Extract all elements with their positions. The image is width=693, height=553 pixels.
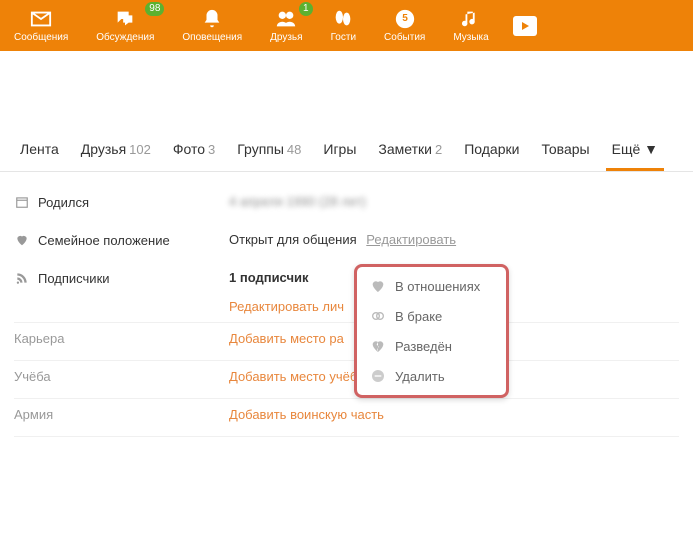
shoes-icon — [332, 8, 354, 30]
bell-icon — [201, 8, 223, 30]
status-label: Семейное положение — [38, 233, 170, 248]
row-study: Учёба Добавить место учёбы — [14, 361, 679, 399]
popup-divorced[interactable]: Разведён — [357, 331, 506, 361]
friends-icon — [275, 8, 297, 30]
edit-status-link[interactable]: Редактировать — [366, 232, 456, 247]
subs-value: 1 подписчик — [229, 270, 309, 285]
svg-text:5: 5 — [402, 13, 408, 24]
army-label: Армия — [14, 407, 53, 422]
tab-goods[interactable]: Товары — [535, 131, 595, 171]
tab-friends[interactable]: Друзья102 — [75, 131, 157, 171]
relationship-popup: В отношениях В браке Разведён Удалить — [354, 264, 509, 398]
nav-label: Друзья — [270, 32, 302, 43]
badge-count: 98 — [145, 2, 164, 16]
profile-tabs: Лента Друзья102 Фото3 Группы48 Игры Заме… — [0, 131, 693, 172]
play-button[interactable] — [513, 16, 537, 36]
popup-in-relationship[interactable]: В отношениях — [357, 271, 506, 301]
events-icon: 5 — [394, 8, 416, 30]
add-career-link[interactable]: Добавить место ра — [229, 331, 344, 346]
top-navigation: Сообщения 98 Обсуждения Оповещения 1 Дру… — [0, 0, 693, 51]
row-born: Родился 4 апреля 1990 (28 лет) — [14, 186, 679, 224]
rings-icon — [369, 307, 387, 325]
popup-label: В браке — [395, 309, 442, 324]
nav-discussions[interactable]: 98 Обсуждения — [82, 8, 168, 43]
nav-label: Гости — [331, 32, 356, 43]
calendar-icon — [14, 194, 30, 210]
tab-feed[interactable]: Лента — [14, 131, 65, 171]
study-label: Учёба — [14, 369, 51, 384]
row-career: Карьера Добавить место ра — [14, 323, 679, 361]
popup-delete[interactable]: Удалить — [357, 361, 506, 391]
popup-label: Удалить — [395, 369, 445, 384]
nav-music[interactable]: Музыка — [439, 8, 502, 43]
heart-icon — [369, 277, 387, 295]
nav-events[interactable]: 5 События — [370, 8, 439, 43]
popup-label: В отношениях — [395, 279, 480, 294]
play-icon — [519, 20, 531, 32]
nav-label: Сообщения — [14, 32, 68, 43]
born-value: 4 апреля 1990 (28 лет) — [229, 194, 366, 209]
tab-gifts[interactable]: Подарки — [458, 131, 525, 171]
tab-photos[interactable]: Фото3 — [167, 131, 221, 171]
row-subscribers: Подписчики 1 подписчик Редактировать лич… — [14, 262, 679, 323]
rss-icon — [14, 270, 30, 286]
minus-icon — [369, 367, 387, 385]
born-label: Родился — [38, 195, 89, 210]
status-value: Открыт для общения — [229, 232, 357, 247]
profile-info: Родился 4 апреля 1990 (28 лет) Семейное … — [0, 172, 693, 437]
row-status: Семейное положение Открыт для общения Ре… — [14, 224, 679, 262]
nav-guests[interactable]: Гости — [317, 8, 370, 43]
mail-icon — [30, 8, 52, 30]
row-army: Армия Добавить воинскую часть — [14, 399, 679, 437]
popup-married[interactable]: В браке — [357, 301, 506, 331]
heart-icon — [14, 232, 30, 248]
music-icon — [460, 8, 482, 30]
add-army-link[interactable]: Добавить воинскую часть — [229, 407, 384, 422]
nav-label: Обсуждения — [96, 32, 154, 43]
career-label: Карьера — [14, 331, 65, 346]
tab-more[interactable]: Ещё ▼ — [606, 131, 664, 171]
popup-label: Разведён — [395, 339, 452, 354]
tab-games[interactable]: Игры — [317, 131, 362, 171]
badge-count: 1 — [299, 2, 313, 16]
edit-personal-link[interactable]: Редактировать лич — [229, 299, 344, 314]
banner-area — [0, 51, 693, 131]
nav-label: Оповещения — [182, 32, 242, 43]
chat-icon — [114, 8, 136, 30]
add-study-link[interactable]: Добавить место учёбы — [229, 369, 367, 384]
nav-label: Музыка — [453, 32, 488, 43]
nav-notifications[interactable]: Оповещения — [168, 8, 256, 43]
nav-label: События — [384, 32, 425, 43]
nav-messages[interactable]: Сообщения — [0, 8, 82, 43]
broken-heart-icon — [369, 337, 387, 355]
tab-groups[interactable]: Группы48 — [231, 131, 307, 171]
tab-notes[interactable]: Заметки2 — [372, 131, 448, 171]
subs-label: Подписчики — [38, 271, 110, 286]
nav-friends[interactable]: 1 Друзья — [256, 8, 316, 43]
